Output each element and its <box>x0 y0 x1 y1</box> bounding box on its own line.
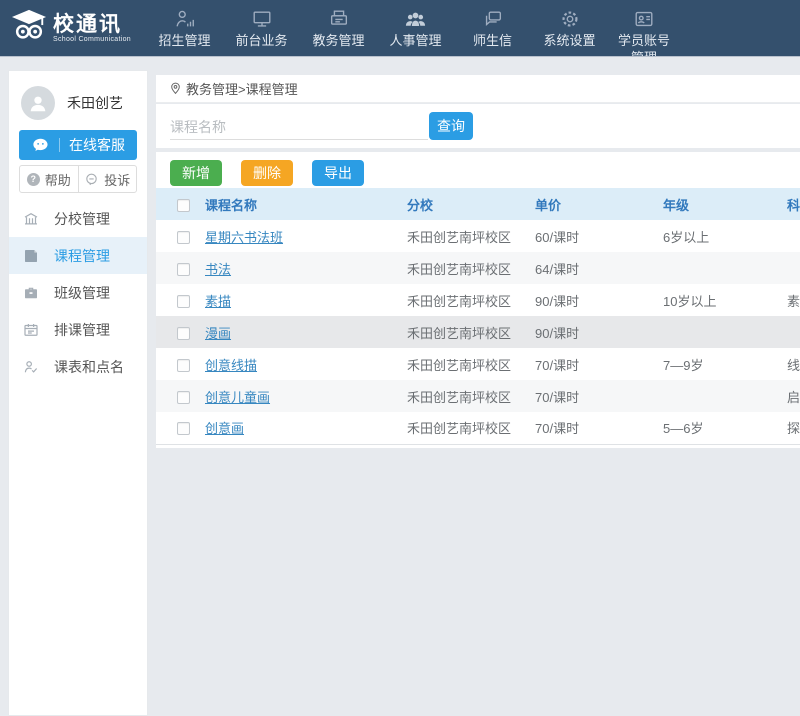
nav-item-academic[interactable]: 教务管理 <box>300 0 377 56</box>
nav-item-settings[interactable]: 系统设置 <box>531 0 608 56</box>
col-subject: 科目 <box>782 188 800 220</box>
select-all-checkbox[interactable] <box>177 199 190 212</box>
course-management-panel: 新增 删除 导出 课程名称 分校 单价 年级 科目 星期六书法班 禾田创艺南坪校… <box>156 152 800 448</box>
table-row: 创意线描 禾田创艺南坪校区 70/课时 7—9岁 线 <box>156 348 800 380</box>
search-panel: 查询 <box>156 104 800 148</box>
person-check-icon <box>22 358 40 376</box>
row-checkbox[interactable] <box>177 391 190 404</box>
sidebar: 禾田创艺 在线客服 ? 帮助 投诉 <box>8 70 148 716</box>
briefcase-icon <box>22 284 40 302</box>
delete-button[interactable]: 删除 <box>241 160 293 186</box>
add-button[interactable]: 新增 <box>170 160 222 186</box>
notebook-icon <box>22 247 40 265</box>
gear-icon <box>531 7 608 31</box>
help-button[interactable]: ? 帮助 <box>20 166 79 192</box>
action-buttons: 新增 删除 导出 <box>156 152 800 188</box>
divider <box>59 138 60 152</box>
sidebar-item-branch-management[interactable]: 分校管理 <box>9 200 147 237</box>
table-row: 书法 禾田创艺南坪校区 64/课时 <box>156 252 800 284</box>
table-row: 漫画 禾田创艺南坪校区 90/课时 <box>156 316 800 348</box>
logo-title: 校通讯 <box>53 14 131 36</box>
complaint-button[interactable]: 投诉 <box>79 166 137 192</box>
course-name-input[interactable] <box>170 114 428 140</box>
wechat-icon <box>31 136 50 155</box>
table-row: 创意画 禾田创艺南坪校区 70/课时 5—6岁 探 <box>156 412 800 444</box>
nav-item-messages[interactable]: 师生信 <box>454 0 531 56</box>
course-link[interactable]: 创意线描 <box>205 358 257 373</box>
course-table: 课程名称 分校 单价 年级 科目 星期六书法班 禾田创艺南坪校区 60/课时 6… <box>156 188 800 445</box>
course-link[interactable]: 漫画 <box>205 326 231 341</box>
avatar[interactable] <box>21 86 55 120</box>
calendar-icon <box>22 321 40 339</box>
id-card-icon <box>608 7 680 31</box>
monitor-icon <box>223 7 300 31</box>
course-link[interactable]: 书法 <box>205 262 231 277</box>
table-header-row: 课程名称 分校 单价 年级 科目 <box>156 188 800 220</box>
breadcrumb: 教务管理>课程管理 <box>156 75 800 103</box>
row-checkbox[interactable] <box>177 359 190 372</box>
sidebar-menu: 分校管理 课程管理 班级管理 <box>9 200 147 385</box>
nav-item-hr[interactable]: 人事管理 <box>377 0 454 56</box>
app-logo: 校通讯 School Communication <box>0 0 140 56</box>
username: 禾田创艺 <box>67 93 123 113</box>
sidebar-item-schedule-management[interactable]: 排课管理 <box>9 311 147 348</box>
row-checkbox[interactable] <box>177 327 190 340</box>
row-checkbox[interactable] <box>177 295 190 308</box>
building-icon <box>22 210 40 228</box>
course-link[interactable]: 创意画 <box>205 421 244 436</box>
col-course-name: 课程名称 <box>200 188 402 220</box>
top-navigation: 招生管理 前台业务 教务管理 <box>146 0 680 56</box>
help-complaint-group: ? 帮助 投诉 <box>19 165 137 193</box>
location-pin-icon <box>169 82 182 95</box>
query-button[interactable]: 查询 <box>429 112 473 140</box>
course-link[interactable]: 星期六书法班 <box>205 230 283 245</box>
topbar: 校通讯 School Communication 招生管理 前台业务 <box>0 0 800 57</box>
owl-graduation-icon <box>10 8 48 49</box>
sidebar-item-roster-rollcall[interactable]: 课表和点名 <box>9 348 147 385</box>
user-profile: 禾田创艺 <box>9 71 147 120</box>
col-branch: 分校 <box>402 188 530 220</box>
col-price: 单价 <box>530 188 658 220</box>
table-row: 创意儿童画 禾田创艺南坪校区 70/课时 启 <box>156 380 800 412</box>
online-service-button[interactable]: 在线客服 <box>19 130 137 160</box>
question-icon: ? <box>27 173 40 186</box>
chat-bubble-icon <box>454 7 531 31</box>
feedback-bubble-icon <box>84 172 99 187</box>
export-button[interactable]: 导出 <box>312 160 364 186</box>
row-checkbox[interactable] <box>177 263 190 276</box>
nav-item-student-accounts[interactable]: 学员账号管理 <box>608 0 680 56</box>
nav-item-recruitment[interactable]: 招生管理 <box>146 0 223 56</box>
course-link[interactable]: 创意儿童画 <box>205 390 270 405</box>
row-checkbox[interactable] <box>177 422 190 435</box>
online-service-label: 在线客服 <box>69 135 125 155</box>
row-checkbox[interactable] <box>177 231 190 244</box>
breadcrumb-text: 教务管理>课程管理 <box>186 79 298 98</box>
nav-item-frontdesk[interactable]: 前台业务 <box>223 0 300 56</box>
course-link[interactable]: 素描 <box>205 294 231 309</box>
person-stats-icon <box>146 7 223 31</box>
sidebar-item-course-management[interactable]: 课程管理 <box>9 237 147 274</box>
table-row: 素描 禾田创艺南坪校区 90/课时 10岁以上 素 <box>156 284 800 316</box>
sidebar-item-class-management[interactable]: 班级管理 <box>9 274 147 311</box>
people-icon <box>377 7 454 31</box>
col-grade: 年级 <box>658 188 782 220</box>
logo-subtitle: School Communication <box>53 36 131 43</box>
printer-icon <box>300 7 377 31</box>
table-row: 星期六书法班 禾田创艺南坪校区 60/课时 6岁以上 <box>156 220 800 252</box>
